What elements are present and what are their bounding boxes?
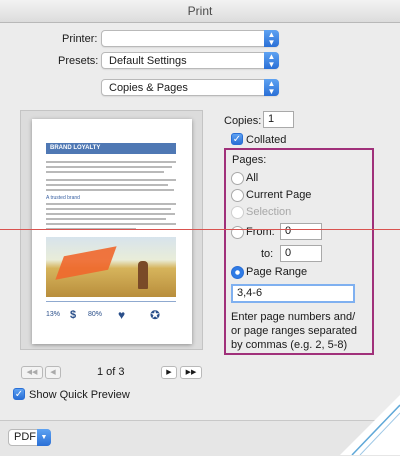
preview-heading: BRAND LOYALTY	[46, 143, 176, 154]
page-range-input[interactable]: 3,4-6	[231, 284, 355, 303]
guide-line	[0, 229, 400, 230]
stat-value: 80%	[88, 311, 103, 318]
selection-label: Selection	[246, 206, 292, 218]
from-input[interactable]: 0	[280, 223, 322, 240]
page-range-radio[interactable]	[231, 266, 244, 279]
text-line	[46, 203, 176, 205]
page-range-label: Page Range	[246, 266, 308, 278]
preview-pane: BRAND LOYALTY A trusted brand 13% $ 80% …	[20, 110, 203, 350]
child-figure	[138, 261, 148, 289]
text-line	[46, 179, 176, 181]
text-line	[46, 171, 164, 173]
text-line	[46, 161, 176, 163]
text-line	[46, 223, 176, 225]
next-page-button[interactable]: ▶	[161, 366, 177, 379]
page-range-help: Enter page numbers and/ or page ranges s…	[231, 311, 357, 351]
pages-title: Pages:	[232, 154, 267, 166]
selection-radio[interactable]	[231, 206, 244, 219]
presets-value: Default Settings	[109, 55, 187, 67]
copies-input[interactable]: 1	[263, 111, 294, 128]
text-line	[46, 213, 175, 215]
show-quick-preview-label: Show Quick Preview	[29, 389, 130, 401]
copies-label: Copies:	[224, 115, 262, 127]
current-page-label: Current Page	[246, 189, 312, 201]
text-line	[46, 208, 171, 210]
stepper-arrows-icon: ▲ ▼	[264, 52, 279, 69]
stat-value: 13%	[46, 311, 61, 318]
kite-shape	[55, 246, 117, 280]
presets-select[interactable]: Default Settings ▲ ▼	[101, 52, 279, 69]
printer-label: Printer:	[62, 33, 98, 45]
first-page-button[interactable]: ◀◀	[21, 366, 43, 379]
window-title: Print	[0, 0, 400, 23]
from-radio[interactable]	[231, 226, 244, 239]
collated-checkbox[interactable]: ✓	[231, 133, 243, 145]
page-indicator: 1 of 3	[97, 366, 125, 378]
preview-subheading: A trusted brand	[46, 195, 80, 201]
text-line	[46, 184, 168, 186]
text-line	[46, 166, 172, 168]
chevron-down-icon: ▼	[37, 429, 51, 446]
from-label: From:	[246, 226, 275, 238]
preview-page: BRAND LOYALTY A trusted brand 13% $ 80% …	[32, 119, 192, 344]
all-radio[interactable]	[231, 172, 244, 185]
stepper-arrows-icon: ▲ ▼	[264, 30, 279, 47]
stepper-arrows-icon: ▲ ▼	[264, 79, 279, 96]
preview-stats: 13% $ 80% ♥ ✪	[46, 308, 176, 327]
printer-select[interactable]: ▲ ▼	[101, 30, 279, 47]
collated-label: Collated	[246, 134, 287, 146]
pdf-button[interactable]: PDF ▼	[8, 429, 51, 446]
section-value: Copies & Pages	[109, 82, 188, 94]
divider	[46, 301, 176, 302]
pdf-label: PDF	[14, 431, 36, 443]
preview-photo	[46, 237, 176, 297]
badge-icon: ✪	[150, 308, 161, 322]
show-quick-preview-checkbox[interactable]: ✓	[13, 388, 25, 400]
heart-icon: ♥	[118, 308, 126, 322]
all-label: All	[246, 172, 259, 184]
dollar-icon: $	[70, 309, 77, 321]
section-select[interactable]: Copies & Pages ▲ ▼	[101, 79, 279, 96]
last-page-button[interactable]: ▶▶	[180, 366, 202, 379]
to-input[interactable]: 0	[280, 245, 322, 262]
previous-page-button[interactable]: ◀	[45, 366, 61, 379]
text-line	[46, 189, 174, 191]
current-page-radio[interactable]	[231, 189, 244, 202]
text-line	[46, 218, 166, 220]
presets-label: Presets:	[58, 55, 99, 67]
to-label: to:	[261, 248, 274, 260]
page-curl-decoration	[340, 395, 400, 455]
